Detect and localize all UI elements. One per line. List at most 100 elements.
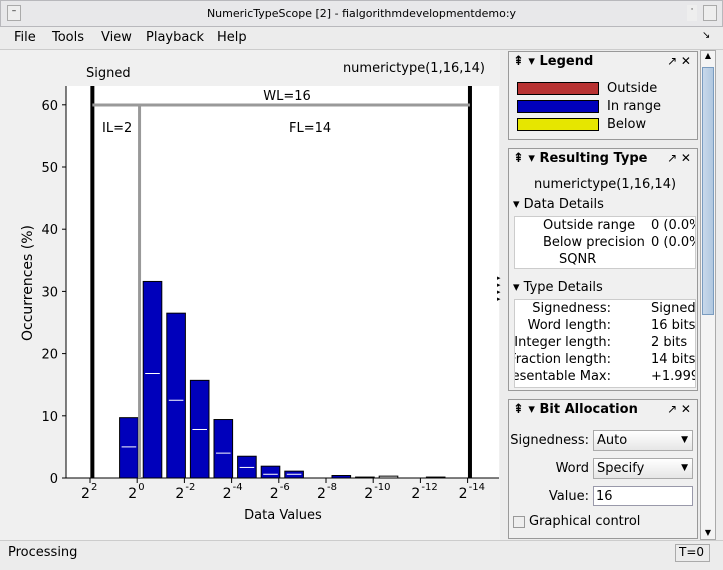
x-tick-label: 2 — [317, 486, 326, 502]
menu-view[interactable]: View — [101, 30, 132, 45]
data-details-toggle[interactable]: ▾ Data Details — [513, 197, 604, 212]
detail-value: +1.999 — [651, 369, 696, 384]
detail-key: Outside range — [543, 218, 636, 233]
legend-label-inrange: In range — [607, 99, 662, 114]
histogram-bar — [260, 465, 281, 479]
scroll-down-icon[interactable]: ▼ — [701, 528, 715, 537]
histogram-bar — [119, 417, 139, 479]
detail-key: Fraction length: — [514, 352, 611, 367]
menu-tools[interactable]: Tools — [52, 30, 84, 45]
y-tick-label: 40 — [41, 223, 58, 238]
detail-key: Signedness: — [532, 301, 611, 316]
x-tick-exponent: -6 — [280, 482, 290, 493]
scroll-up-icon[interactable]: ▲ — [701, 51, 715, 60]
y-tick-label: 10 — [41, 410, 58, 425]
type-details-table: Signedness: Signed Word length: 16 bits In… — [514, 299, 696, 388]
y-tick-label: 60 — [41, 99, 58, 114]
bit-allocation-title: Bit Allocation — [539, 402, 638, 417]
detail-value: Signed — [651, 301, 696, 316]
minimize-button[interactable]: · — [687, 5, 697, 21]
legend-title: Legend — [539, 54, 594, 69]
wl-label: WL=16 — [263, 89, 311, 104]
x-tick-exponent: -10 — [374, 482, 390, 493]
x-tick-exponent: -2 — [185, 482, 195, 493]
x-tick-exponent: -12 — [421, 482, 437, 493]
histogram-plot: 0 10 20 30 40 50 60 2 2 2 0 2 -2 2 -4 2 -6 2 -8 2 -10 2 -12 2 -1… — [0, 50, 501, 540]
fl-label: FL=14 — [289, 121, 331, 136]
y-tick-label: 30 — [41, 285, 58, 300]
detail-value: 2 bits — [651, 335, 688, 350]
x-tick-label: 2 — [223, 486, 232, 502]
legend-swatch-below — [517, 118, 599, 131]
status-text: Processing — [8, 545, 78, 560]
histogram-bar — [331, 475, 352, 479]
x-tick-label: 2 — [81, 486, 90, 502]
signedness-select[interactable]: Auto — [593, 430, 693, 451]
detail-key: Integer length: — [514, 335, 611, 350]
signed-label: Signed — [86, 66, 131, 81]
side-scrollbar[interactable]: ▲ ▼ — [700, 50, 716, 540]
x-axis-label: Data Values — [244, 508, 322, 523]
detail-value: 0 (0.0% — [651, 235, 695, 250]
histogram-bar — [425, 476, 446, 479]
y-tick-label: 0 — [50, 472, 58, 487]
pin-icon[interactable]: ⇞ — [513, 151, 524, 166]
status-bar: Processing T=0 — [0, 540, 723, 570]
histogram-bar — [378, 475, 399, 479]
bit-allocation-panel: ⇞ ▾ Bit Allocation↗ ✕ Signedness: Auto W… — [508, 399, 698, 539]
x-tick-exponent: -8 — [327, 482, 337, 493]
sqnr-key: SQNR — [559, 252, 597, 267]
graphical-control-checkbox[interactable] — [513, 516, 525, 528]
title-bar: – NumericTypeScope [2] - fialgorithmdeve… — [0, 0, 723, 27]
histogram-bar — [166, 312, 186, 479]
detail-value: 14 bits — [651, 352, 696, 367]
histogram-bar — [355, 476, 375, 479]
detail-key: Below precision — [543, 235, 645, 250]
data-details-table: Outside range 0 (0.0% Below precision 0 (0… — [514, 216, 696, 269]
type-details-toggle[interactable]: ▾ Type Details — [513, 280, 603, 295]
time-readout: T=0 — [675, 544, 710, 562]
il-label: IL=2 — [102, 121, 132, 136]
scrollbar-thumb[interactable] — [702, 67, 714, 315]
word-select[interactable]: Specify — [593, 458, 693, 479]
word-label: Word — [555, 461, 589, 476]
menu-bar: File Tools View Playback Help ↘ — [0, 27, 723, 50]
undock-icon[interactable]: ↘ — [702, 30, 710, 41]
y-tick-label: 50 — [41, 161, 58, 176]
close-icon[interactable]: ↗ ✕ — [667, 402, 691, 416]
x-tick-label: 2 — [364, 486, 373, 502]
detail-value: 0 (0.0% — [651, 218, 695, 233]
menu-file[interactable]: File — [14, 30, 36, 45]
x-tick-label: 2 — [459, 486, 468, 502]
detail-value: 16 bits — [651, 318, 696, 333]
pin-icon[interactable]: ⇞ — [513, 54, 524, 69]
legend-label-below: Below — [607, 117, 647, 132]
panel-collapse-handle[interactable]: ▸ ▸ ▸ ▸ — [497, 275, 501, 303]
value-label: Value: — [548, 489, 589, 504]
x-tick-exponent: -4 — [233, 482, 243, 493]
type-label: numerictype(1,16,14) — [343, 61, 485, 76]
menu-help[interactable]: Help — [217, 30, 247, 45]
detail-key: Representable Max: — [515, 369, 611, 384]
x-tick-exponent: 2 — [91, 482, 97, 493]
resulting-type-panel: ⇞ ▾ Resulting Type ↗ ✕ numerictype(1,16,1… — [508, 148, 698, 391]
legend-label-outside: Outside — [607, 81, 658, 96]
side-panels: ⇞ ▾ Legend ↗ ✕ Outside In range Below ⇞ ▾… — [508, 50, 700, 540]
legend-panel: ⇞ ▾ Legend ↗ ✕ Outside In range Below — [508, 51, 698, 140]
resulting-type-title: Resulting Type — [539, 151, 648, 166]
pin-icon[interactable]: ⇞ — [513, 402, 524, 417]
histogram-bar — [213, 419, 234, 479]
word-length-input[interactable] — [593, 486, 693, 506]
close-icon[interactable]: ↗ ✕ — [667, 54, 691, 68]
legend-swatch-outside — [517, 82, 599, 95]
graphical-control-label: Graphical control — [529, 514, 641, 529]
x-tick-exponent: 0 — [138, 482, 144, 493]
maximize-button[interactable] — [703, 5, 717, 21]
x-tick-label: 2 — [175, 486, 184, 502]
x-tick-label: 2 — [411, 486, 420, 502]
menu-playback[interactable]: Playback — [146, 30, 204, 45]
histogram-bar — [142, 280, 163, 479]
x-tick-exponent: -14 — [469, 482, 485, 493]
close-icon[interactable]: ↗ ✕ — [667, 151, 691, 165]
signedness-label: Signedness: — [510, 433, 589, 448]
